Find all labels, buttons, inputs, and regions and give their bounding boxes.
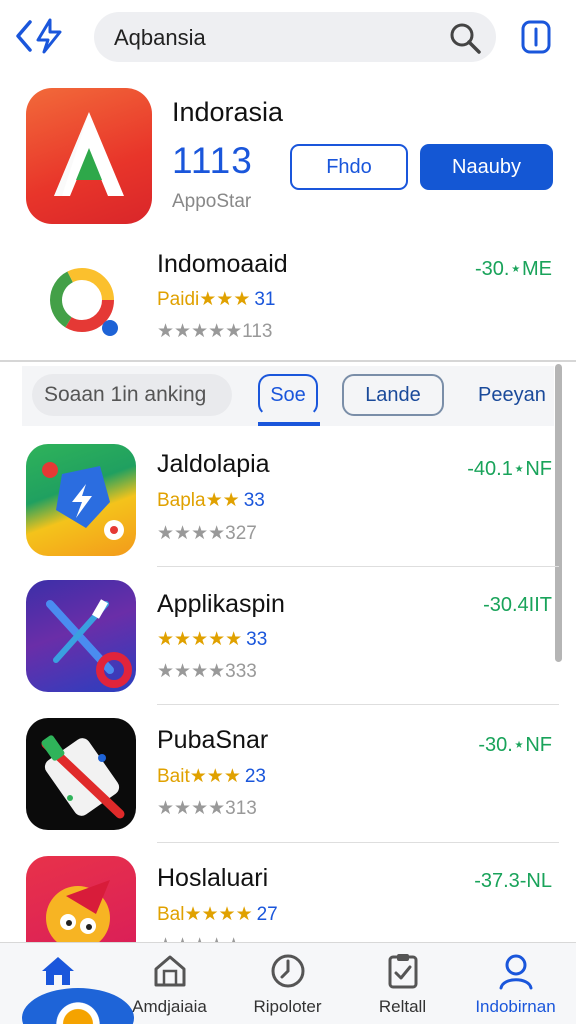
featured-app-rating: 1113 [172, 140, 253, 181]
search-input[interactable]: Aqbansia [114, 25, 206, 51]
nav-label: Ripoloter [253, 997, 322, 1016]
filter-chip[interactable]: Lande [342, 374, 444, 416]
profile-icon [499, 954, 533, 990]
app-rating-count: 23 [244, 766, 266, 787]
divider [157, 842, 559, 843]
app-rating: ★★★★★ 33 [157, 629, 268, 650]
app-rating-count: 31 [254, 289, 276, 310]
app-size: -30.4IIT [483, 594, 552, 616]
app-rating-label: Bal [157, 904, 185, 925]
filter-bar: Soaan 1in anking Soe Lande Peeyan [22, 366, 554, 426]
featured-app-store: AppoStar [172, 191, 252, 212]
app-size: -37.3-NL [474, 870, 552, 892]
divider [0, 360, 576, 362]
history-icon [271, 954, 305, 988]
store-icon [154, 955, 186, 987]
app-icon [26, 580, 136, 692]
search-icon[interactable] [448, 21, 482, 55]
divider [157, 566, 559, 567]
nav-history[interactable]: Ripoloter [230, 943, 345, 1024]
app-store-screen: Aqbansia Indorasia 1113 AppoStar Fhdo Na… [0, 0, 576, 1024]
active-tab-indicator [258, 422, 320, 426]
app-title: Indomoaaid [157, 250, 288, 278]
app-size: -40.1⋆NF [467, 458, 552, 480]
app-rating-label: Bait [157, 766, 190, 787]
app-title: PubaSnar [157, 726, 269, 754]
app-rating: Bal★★★★ 27 [157, 904, 278, 925]
divider [157, 704, 559, 705]
list-item[interactable]: Jaldolapia Baplа★★ 33 ★★★★327 -40.1⋆NF [0, 434, 576, 564]
app-rating: Paidi★★★ 31 [157, 289, 276, 310]
app-size: -30.⋆ME [475, 258, 552, 280]
featured-app-title: Indorasia [172, 97, 284, 127]
nav-label: Reltall [378, 997, 427, 1016]
app-review-stars: ★★★★313 [157, 798, 257, 819]
top-bar: Aqbansia [0, 0, 576, 76]
app-icon [26, 242, 136, 354]
app-rating: Baplа★★ 33 [157, 490, 265, 511]
featured-app-icon[interactable] [26, 88, 152, 224]
list-item[interactable]: Indomoaaid Paidi★★★ 31 ★★★★★113 -30.⋆ME [0, 234, 576, 364]
nav-profile[interactable]: Indobirnan [458, 943, 573, 1024]
app-review-stars: ★★★★★113 [157, 321, 273, 342]
app-review-stars: ★★★★327 [157, 523, 257, 544]
list-item[interactable]: PubaSnar Bait★★★ 23 ★★★★313 -30.⋆NF [0, 710, 576, 840]
list-item[interactable]: Applikaspin ★★★★★ 33 ★★★★333 -30.4IIT [0, 572, 576, 702]
app-title: Applikaspin [157, 590, 285, 618]
clipboard-icon [388, 954, 418, 989]
app-rating: Bait★★★ 23 [157, 766, 266, 787]
back-icon[interactable] [14, 16, 70, 56]
app-rating-count: 33 [243, 490, 265, 511]
app-icon [26, 718, 136, 830]
primary-button[interactable]: Naauby [420, 144, 553, 190]
app-rating-label: Baplа [157, 490, 206, 511]
app-size: -30.⋆NF [478, 734, 552, 756]
app-icon [26, 444, 136, 556]
nav-label: Indobirnan [475, 997, 556, 1016]
app-rating-count: 27 [256, 904, 278, 925]
app-title: Jaldolapia [157, 450, 270, 478]
filter-chip-plain[interactable]: Peeyan [478, 374, 546, 416]
secondary-button[interactable]: Fhdo [290, 144, 408, 190]
app-rating-count: 33 [246, 629, 268, 650]
app-title: Hoslaluari [157, 864, 269, 892]
app-rating-label: Paidi [157, 289, 200, 310]
app-review-stars: ★★★★333 [157, 661, 257, 682]
nav-clipboard[interactable]: Reltall [345, 943, 460, 1024]
filter-chip-active[interactable]: Soe [258, 374, 318, 416]
search-bar[interactable]: Aqbansia [94, 12, 496, 62]
filter-search-chip[interactable]: Soaan 1in anking [32, 374, 232, 416]
menu-icon[interactable] [520, 20, 552, 54]
home-icon [42, 957, 74, 985]
